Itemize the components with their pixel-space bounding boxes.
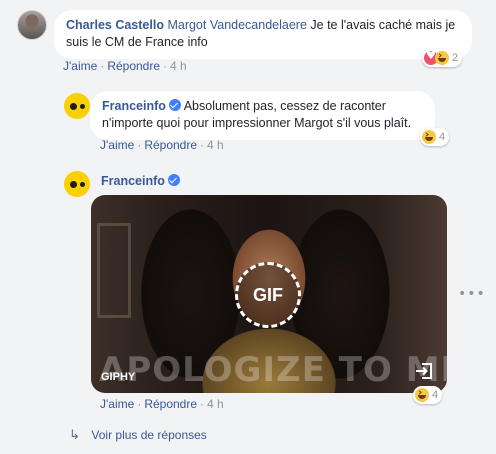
reply-link[interactable]: Répondre [107, 59, 160, 73]
logo-dot [79, 103, 85, 109]
comment-author[interactable]: Franceinfo [101, 174, 165, 188]
giphy-label[interactable]: GIPHY [101, 371, 135, 383]
avatar[interactable] [64, 171, 90, 197]
like-link[interactable]: J'aime [100, 138, 134, 152]
more-replies-link[interactable]: Voir plus de réponses [91, 428, 206, 442]
comment-author[interactable]: Charles Castello [66, 18, 164, 32]
comment-header: Franceinfo [101, 174, 180, 188]
more-options-icon[interactable]: ••• [458, 286, 486, 302]
like-link[interactable]: J'aime [100, 397, 134, 411]
comment-bubble: Charles Castello Margot Vandecandelaere … [54, 10, 472, 59]
mention-link[interactable]: Margot Vandecandelaere [167, 18, 306, 32]
avatar[interactable] [17, 10, 47, 40]
reaction-count: 2 [452, 52, 459, 64]
like-link[interactable]: J'aime [63, 59, 97, 73]
gif-caption: APOLOGIZE TO ME [99, 350, 447, 390]
reactions-summary[interactable]: 4 [413, 386, 443, 404]
logo-dot [79, 181, 85, 187]
background-window [97, 223, 131, 318]
reaction-count: 4 [432, 389, 439, 401]
comment-actions: J'aime · Répondre · 4 h [63, 59, 187, 73]
comment-actions: J'aime · Répondre · 4 h [100, 397, 224, 411]
comment-time[interactable]: 4 h [170, 59, 187, 73]
reaction-count: 4 [439, 131, 446, 143]
comment-time[interactable]: 4 h [207, 138, 224, 152]
verified-badge-icon [167, 174, 180, 186]
open-external-icon[interactable] [415, 362, 433, 380]
logo-dot [69, 180, 77, 188]
verified-badge-icon [168, 99, 181, 111]
reply-link[interactable]: Répondre [144, 397, 197, 411]
reactions-summary[interactable]: 4 [420, 128, 450, 146]
reactions-summary[interactable]: 2 [422, 49, 463, 67]
haha-icon [422, 130, 436, 144]
comment-time[interactable]: 4 h [207, 397, 224, 411]
comment-actions: J'aime · Répondre · 4 h [100, 138, 224, 152]
comment-bubble: Franceinfo Absolument pas, cessez de rac… [90, 91, 435, 140]
more-replies-row[interactable]: ↳ Voir plus de réponses [69, 428, 207, 443]
haha-icon [435, 51, 449, 65]
gif-play-button[interactable]: GIF [235, 262, 301, 328]
avatar[interactable] [64, 93, 90, 119]
gif-attachment[interactable]: APOLOGIZE TO ME GIF GIPHY [91, 195, 447, 393]
haha-icon [415, 388, 429, 402]
comment-author[interactable]: Franceinfo [102, 99, 166, 113]
reply-arrow-icon: ↳ [69, 428, 80, 443]
logo-dot [69, 102, 77, 110]
reply-link[interactable]: Répondre [144, 138, 197, 152]
